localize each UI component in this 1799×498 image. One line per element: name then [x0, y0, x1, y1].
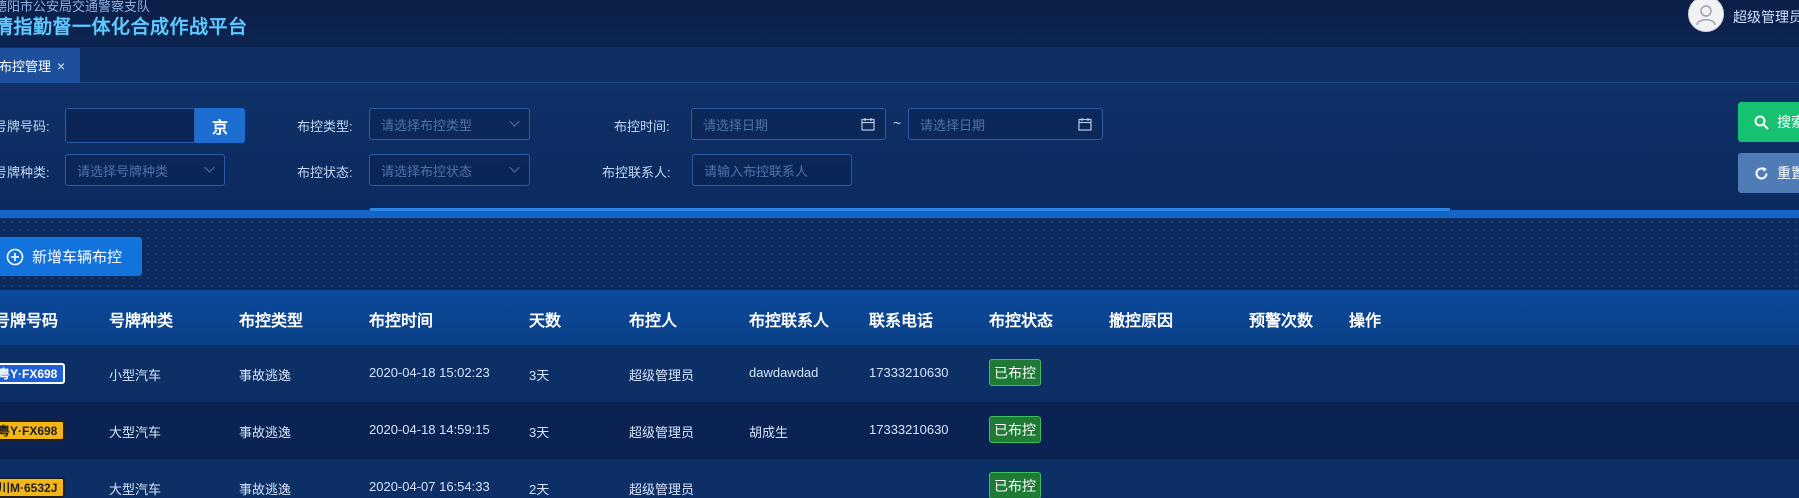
controller-cell: 超级管理员	[629, 482, 695, 497]
search-button-label: 搜索	[1777, 114, 1799, 130]
add-button-label: 新增车辆布控	[32, 249, 123, 266]
column-header[interactable]: 天数	[529, 307, 561, 331]
plate-number-input[interactable]	[65, 108, 195, 143]
status-badge: 已布控	[989, 359, 1041, 386]
calendar-icon	[861, 118, 875, 131]
control-type-cell: 事故逃逸	[239, 425, 292, 440]
close-icon[interactable]: ×	[57, 58, 65, 74]
column-header[interactable]: 撤控原因	[1109, 307, 1173, 331]
control-time-cell: 2020-04-18 15:02:23	[369, 365, 490, 380]
date-start-placeholder: 请选择日期	[703, 117, 769, 133]
plate-number-label: 号牌号码:	[0, 119, 50, 134]
column-header[interactable]: 布控状态	[989, 307, 1053, 331]
reset-button[interactable]: 重置	[1738, 153, 1799, 193]
plate-type-select[interactable]: 请选择号牌种类	[65, 154, 225, 186]
platform-title: 情指勤督一体化合成作战平台	[0, 17, 248, 38]
column-header[interactable]: 布控联系人	[749, 307, 829, 331]
controller-cell: 超级管理员	[629, 425, 695, 440]
control-status-label: 布控状态:	[297, 165, 353, 180]
control-time-cell: 2020-04-18 14:59:15	[369, 422, 490, 437]
plate-type-cell: 大型汽车	[109, 482, 162, 497]
column-header[interactable]: 布控时间	[369, 307, 433, 331]
chevron-down-icon	[509, 162, 520, 173]
control-type-label: 布控类型:	[297, 119, 353, 134]
add-vehicle-control-button[interactable]: 新增车辆布控	[0, 237, 142, 276]
column-header[interactable]: 布控人	[629, 307, 677, 331]
plate-badge: 粤Y·FX698	[0, 363, 66, 384]
search-button[interactable]: 搜索	[1738, 102, 1799, 142]
contact-label: 布控联系人:	[602, 165, 671, 180]
plate-badge: 川M·6532J	[0, 477, 66, 498]
plate-type-label: 号牌种类:	[0, 165, 50, 180]
column-header[interactable]: 布控类型	[239, 307, 303, 331]
search-icon	[1754, 115, 1769, 130]
column-header[interactable]: 操作	[1349, 307, 1381, 331]
plate-type-cell: 小型汽车	[109, 368, 162, 383]
plate-badge: 粤Y·FX698	[0, 420, 66, 441]
action-bar	[0, 218, 1799, 290]
reset-button-label: 重置	[1777, 165, 1799, 181]
calendar-icon	[1078, 118, 1092, 131]
tab-bar: 布控管理 ×	[0, 47, 1799, 83]
contact-input[interactable]: 请输入布控联系人	[692, 154, 852, 186]
username[interactable]: 超级管理员	[1733, 7, 1799, 27]
column-header[interactable]: 预警次数	[1249, 307, 1313, 331]
filter-divider	[0, 208, 1799, 218]
date-start-picker[interactable]: 请选择日期	[691, 108, 886, 140]
plate-type-placeholder: 请选择号牌种类	[77, 163, 169, 179]
user-avatar-icon	[1696, 5, 1716, 26]
status-badge: 已布控	[989, 472, 1041, 498]
contact-placeholder: 请输入布控联系人	[704, 163, 809, 179]
column-header[interactable]: 号牌号码	[0, 307, 58, 331]
days-cell: 3天	[529, 425, 550, 440]
contact-cell: dawdawdad	[749, 365, 819, 380]
status-badge: 已布控	[989, 416, 1041, 443]
control-type-cell: 事故逃逸	[239, 482, 292, 497]
column-header[interactable]: 号牌种类	[109, 307, 173, 331]
plus-circle-icon	[6, 248, 24, 265]
top-header: 德阳市公安局交通警察支队 情指勤督一体化合成作战平台 超级管理员	[0, 0, 1799, 47]
phone-cell: 17333210630	[869, 365, 949, 380]
days-cell: 3天	[529, 368, 550, 383]
control-type-cell: 事故逃逸	[239, 368, 292, 383]
chevron-down-icon	[204, 162, 215, 173]
chevron-down-icon	[509, 116, 520, 127]
control-time-label: 布控时间:	[614, 119, 670, 134]
refresh-icon	[1755, 166, 1768, 179]
controller-cell: 超级管理员	[629, 368, 695, 383]
tab-label: 布控管理	[0, 59, 52, 74]
tab-vehicle-control[interactable]: 布控管理 ×	[0, 48, 80, 83]
avatar[interactable]	[1688, 0, 1724, 32]
phone-cell: 17333210630	[869, 422, 949, 437]
control-type-placeholder: 请选择布控类型	[381, 117, 473, 133]
date-end-placeholder: 请选择日期	[920, 117, 986, 133]
days-cell: 2天	[529, 482, 550, 497]
date-end-picker[interactable]: 请选择日期	[908, 108, 1103, 140]
control-time-cell: 2020-04-07 16:54:33	[369, 479, 490, 494]
filter-panel	[0, 83, 1799, 215]
column-header[interactable]: 联系电话	[869, 307, 933, 331]
contact-cell: 胡成生	[749, 425, 789, 440]
plate-prefix-select[interactable]: 京	[195, 108, 245, 143]
control-status-placeholder: 请选择布控状态	[381, 163, 473, 179]
control-status-select[interactable]: 请选择布控状态	[369, 154, 530, 186]
date-range-separator: ~	[893, 115, 902, 131]
plate-type-cell: 大型汽车	[109, 425, 162, 440]
control-type-select[interactable]: 请选择布控类型	[369, 108, 530, 140]
